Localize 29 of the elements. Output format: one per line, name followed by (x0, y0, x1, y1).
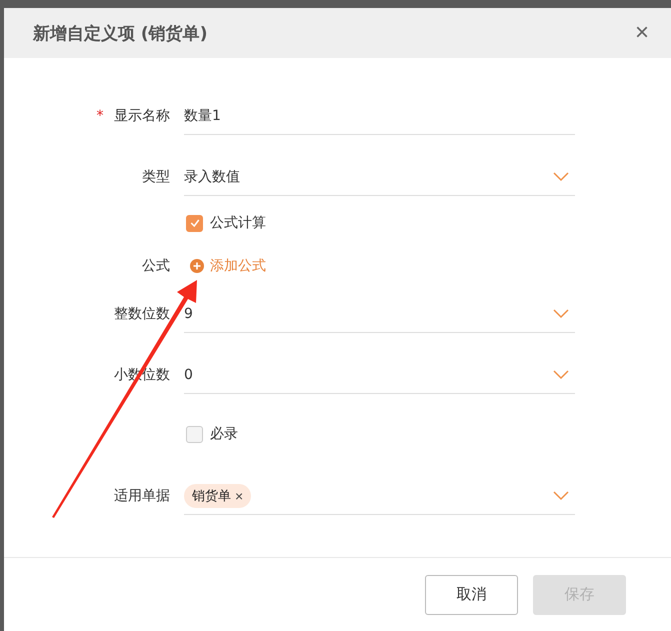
cancel-button[interactable]: 取消 (425, 574, 518, 614)
close-button[interactable]: × (634, 21, 649, 45)
plus-circle-icon (190, 259, 204, 273)
chevron-down-icon (553, 490, 569, 500)
input-field[interactable]: 数量1 (184, 97, 575, 135)
select-field[interactable]: 0 (184, 356, 575, 394)
field-value: 9 (184, 306, 193, 322)
checkbox-label: 必录 (210, 425, 238, 443)
field-value: 数量1 (184, 106, 221, 124)
select-field[interactable]: 录入数值 (184, 158, 575, 196)
checkbox[interactable] (186, 214, 203, 232)
field-value: 0 (184, 366, 193, 382)
field-value: 录入数值 (184, 168, 240, 186)
checkbox[interactable] (186, 426, 203, 442)
select-field[interactable]: 销货单 × (184, 477, 575, 515)
remove-button[interactable]: × (235, 488, 244, 504)
field-label: 整数位数 (114, 306, 170, 322)
field-label: 公式 (142, 258, 170, 274)
field-label: 适用单据 (114, 488, 170, 504)
field-label: 类型 (142, 169, 170, 185)
check-icon (188, 217, 200, 229)
chevron-down-icon (553, 308, 569, 318)
required-mark: * (96, 108, 104, 124)
field-label: 显示名称 (114, 108, 170, 124)
chevron-down-icon (553, 172, 569, 182)
chevron-down-icon (553, 370, 569, 380)
dialog-title: 新增自定义项 (销货单) (33, 22, 208, 44)
tag-label: 销货单 (192, 488, 231, 504)
checkbox-label: 公式计算 (210, 214, 266, 232)
